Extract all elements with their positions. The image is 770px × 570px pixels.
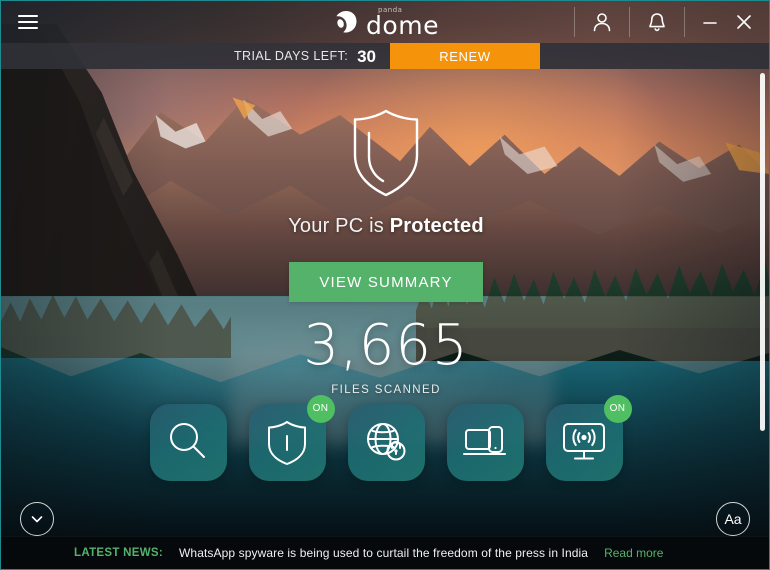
status-prefix: Your PC is [288,215,390,237]
globe-lock-icon [367,423,406,461]
news-headline: WhatsApp spyware is being used to curtai… [179,546,589,560]
vertical-scrollbar[interactable] [760,73,765,431]
trial-info: TRIAL DAYS LEFT: 30 [1,43,390,69]
panda-logo-icon [333,9,359,35]
renew-button[interactable]: RENEW [390,43,540,69]
shield-icon [268,421,306,465]
text-size-button[interactable]: Aa [716,502,750,536]
news-label: LATEST NEWS: [74,547,163,559]
dock-item-scan[interactable] [149,403,227,481]
notifications-bell-icon[interactable] [630,1,684,43]
trial-bar: TRIAL DAYS LEFT: 30 RENEW [1,43,769,69]
title-bar: panda dome [1,1,769,43]
window-controls [574,1,769,43]
user-account-icon[interactable] [575,1,629,43]
protection-status-text: Your PC is Protected [288,215,484,238]
wifi-monitor-icon [563,423,605,460]
devices-icon [463,426,506,455]
minimize-button[interactable] [695,1,725,43]
status-panel: Your PC is Protected VIEW SUMMARY 3,665 … [1,69,769,449]
files-scanned-label: FILES SCANNED [331,384,441,396]
trial-days-label: TRIAL DAYS LEFT: [234,49,349,63]
dock-item-my-devices[interactable] [446,403,524,481]
logo-brand-text: panda [378,5,403,14]
trial-days-value: 30 [357,46,376,66]
hamburger-menu-icon[interactable] [1,1,55,43]
files-scanned-count: 3,665 [303,313,469,378]
logo-word-text: dome [366,10,439,40]
collapse-chevron-down-icon[interactable] [20,502,54,536]
module-dock: ON ON [1,394,769,486]
close-button[interactable] [729,1,759,43]
magnifier-icon [170,423,205,458]
view-summary-button[interactable]: VIEW SUMMARY [289,262,483,302]
shield-outline-icon [343,107,429,199]
status-state: Protected [389,215,484,237]
news-ticker-bar: LATEST NEWS: WhatsApp spyware is being u… [1,536,769,569]
status-badge-on: ON [306,394,335,423]
dock-item-vpn[interactable] [347,403,425,481]
status-badge-on: ON [603,394,632,423]
dock-item-wifi-protection[interactable]: ON [545,394,632,481]
dock-item-antivirus[interactable]: ON [248,394,335,481]
news-read-more-link[interactable]: Read more [604,546,663,560]
panda-dome-window: panda dome TRIAL DAYS LEFT: 30 RENEW You… [0,0,770,570]
